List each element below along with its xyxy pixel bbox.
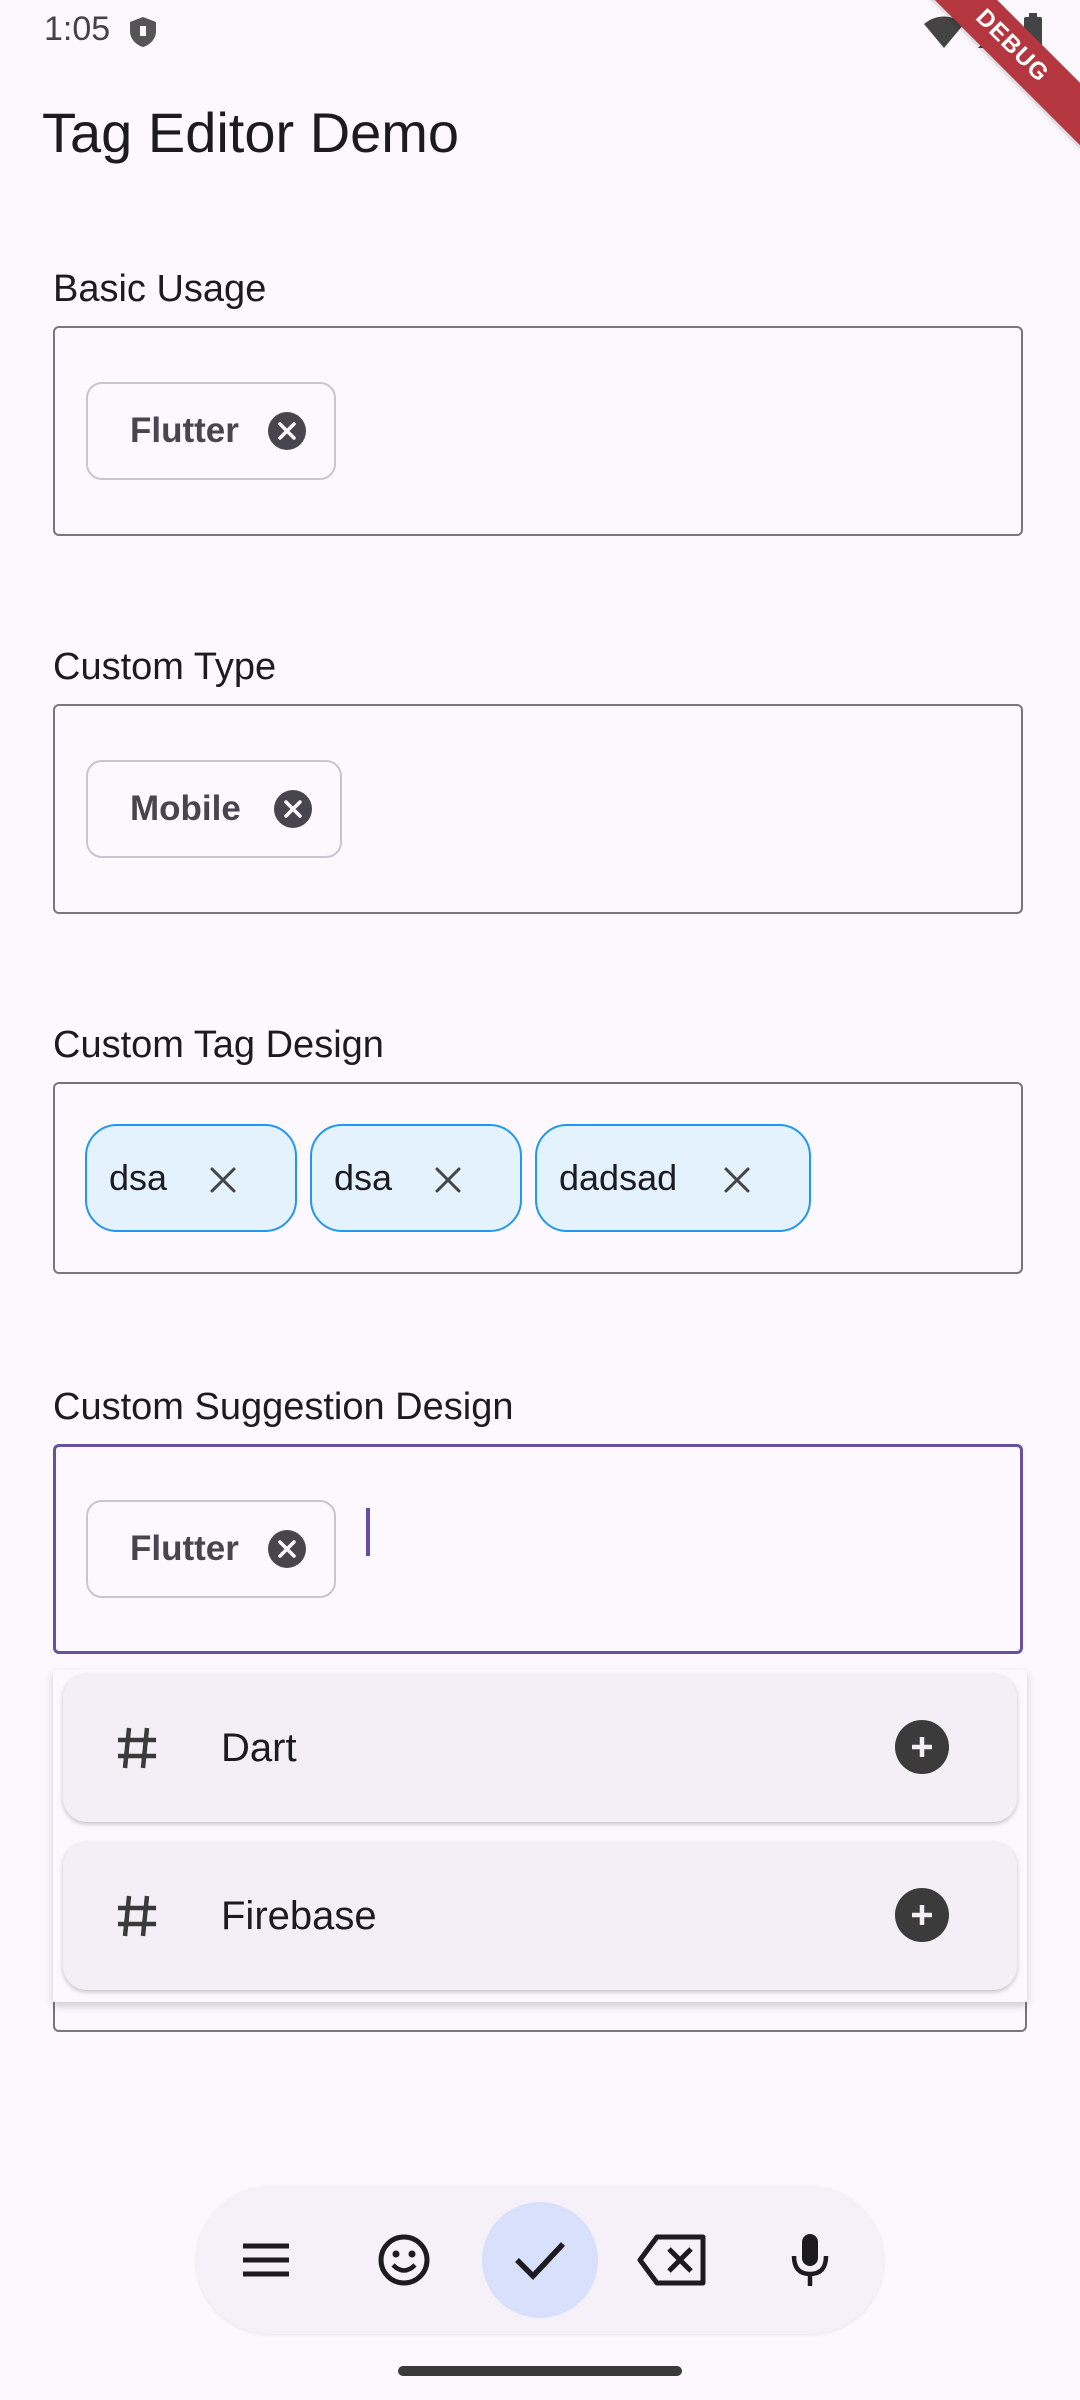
tag-chip-label: dsa (109, 1157, 168, 1198)
emoji-icon (378, 2234, 430, 2286)
close-icon[interactable] (723, 1166, 751, 1194)
add-circle-icon[interactable] (895, 1888, 949, 1942)
section-label-custom-suggestion-design: Custom Suggestion Design (53, 1386, 514, 1428)
suggestion-label: Firebase (221, 1894, 377, 1938)
emoji-button[interactable] (350, 2206, 458, 2314)
tag-chip-label: Mobile (130, 789, 241, 828)
backspace-icon (637, 2234, 706, 2286)
suggestion-item[interactable]: Dart (63, 1674, 1017, 1822)
text-cursor (366, 1508, 370, 1556)
close-icon[interactable] (209, 1166, 237, 1194)
remove-tag-icon[interactable] (268, 1530, 306, 1568)
hashtag-icon (118, 1727, 156, 1769)
tag-chip: Flutter (86, 1500, 336, 1598)
status-time: 1:05 (44, 10, 111, 48)
section-label-custom-tag-design: Custom Tag Design (53, 1024, 384, 1066)
section-label-basic-usage: Basic Usage (53, 268, 267, 310)
microphone-button[interactable] (756, 2206, 864, 2314)
custom-suggestion-tag-editor[interactable]: Flutter (53, 1444, 1023, 1654)
add-circle-icon[interactable] (895, 1720, 949, 1774)
tag-chip: Mobile (86, 760, 342, 858)
section-label-custom-type: Custom Type (53, 646, 277, 688)
tag-chip: dadsad (535, 1124, 811, 1232)
suggestions-panel: Dart Firebase (53, 1670, 1027, 2002)
done-button[interactable] (482, 2202, 598, 2318)
close-icon[interactable] (434, 1166, 462, 1194)
suggestion-item[interactable]: Firebase (63, 1842, 1017, 1990)
check-icon (515, 2242, 566, 2280)
microphone-icon (791, 2234, 829, 2286)
page-title: Tag Editor Demo (42, 101, 460, 164)
tag-chip-label: Flutter (130, 411, 239, 450)
tag-chip: dsa (85, 1124, 297, 1232)
gesture-nav-handle[interactable] (398, 2366, 682, 2376)
shield-icon (128, 16, 158, 48)
tag-chip-label: Flutter (130, 1529, 239, 1568)
tag-chip: dsa (310, 1124, 522, 1232)
custom-type-tag-editor[interactable]: Mobile (53, 704, 1023, 914)
tag-chip-label: dadsad (559, 1157, 678, 1198)
suggestion-label: Dart (221, 1726, 297, 1770)
tag-chip: Flutter (86, 382, 336, 480)
backspace-button[interactable] (618, 2206, 726, 2314)
remove-tag-icon[interactable] (268, 412, 306, 450)
menu-icon (243, 2243, 289, 2277)
menu-button[interactable] (212, 2206, 320, 2314)
hashtag-icon (118, 1895, 156, 1937)
tag-chip-label: dsa (334, 1157, 393, 1198)
keyboard-toolbar (196, 2186, 884, 2334)
custom-tag-design-tag-editor[interactable]: dsa dsa dadsad (53, 1082, 1023, 1274)
remove-tag-icon[interactable] (274, 790, 312, 828)
basic-usage-tag-editor[interactable]: Flutter (53, 326, 1023, 536)
